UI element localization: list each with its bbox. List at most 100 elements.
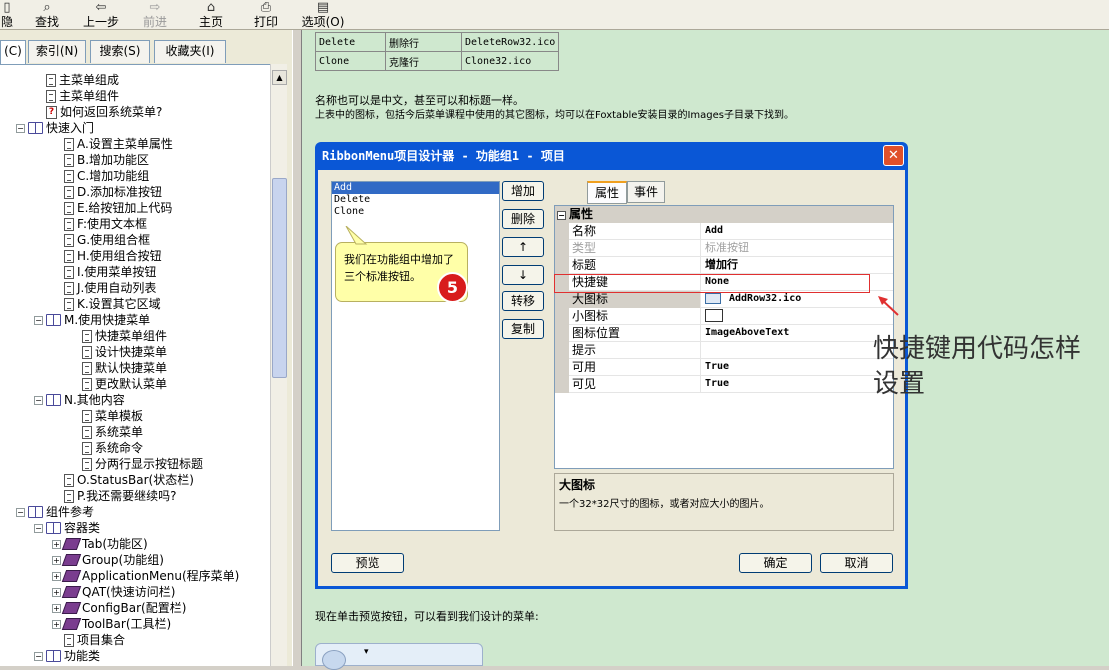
property-row[interactable]: 可用 True — [555, 359, 893, 376]
contents-tree[interactable]: 主菜单组成 主菜单组件? 如何返回系统菜单? − 快速入门 A.设置主菜单属性 B.增加功能… — [0, 64, 270, 666]
scroll-thumb[interactable] — [272, 178, 287, 378]
tree-node[interactable]: − 快速入门 — [16, 120, 94, 136]
nav-tab-0[interactable]: (C) — [0, 40, 26, 64]
tree-node[interactable]: 项目集合 — [52, 632, 125, 648]
tree-node[interactable]: J.使用自动列表 — [52, 280, 156, 296]
tree-node[interactable]: F:使用文本框 — [52, 216, 147, 232]
property-grid[interactable]: − 属性 名称 Add 类型 标准按钮 标题 增加行 快捷键 None 大图标 AddRow32.i… — [554, 205, 894, 469]
property-row[interactable]: 可见 True — [555, 376, 893, 393]
tree-node[interactable]: + Group(功能组) — [52, 552, 164, 568]
list-item[interactable]: Add — [332, 182, 499, 194]
tree-node[interactable]: B.增加功能区 — [52, 152, 149, 168]
collapse-icon[interactable]: − — [34, 315, 43, 325]
toolbar-button-0[interactable]: ▯ 隐 — [0, 0, 14, 30]
property-section-header[interactable]: − 属性 — [555, 206, 893, 223]
tree-node[interactable]: − 容器类 — [34, 520, 100, 536]
property-value[interactable] — [702, 308, 723, 325]
expand-icon[interactable]: + — [52, 555, 61, 565]
tree-node[interactable]: 主菜单组成 — [34, 72, 119, 88]
tree-node[interactable]: − M.使用快捷菜单 — [34, 312, 150, 328]
tree-node[interactable]: D.添加标准按钮 — [52, 184, 162, 200]
cancel-button[interactable]: 取消 — [820, 553, 893, 573]
preview-button[interactable]: 预览 — [331, 553, 404, 573]
scroll-up-button[interactable]: ▲ — [272, 70, 287, 85]
transfer-button[interactable]: 转移 — [502, 291, 544, 311]
property-value[interactable] — [702, 342, 705, 359]
property-row[interactable]: 图标位置 ImageAboveText — [555, 325, 893, 342]
tab-properties[interactable]: 属性 — [587, 181, 627, 204]
tree-node[interactable]: 主菜单组件 — [34, 88, 119, 104]
property-row[interactable]: 小图标 — [555, 308, 893, 325]
toolbar-button-5[interactable]: ⎙ 打印 — [253, 0, 279, 30]
tree-node[interactable]: H.使用组合按钮 — [52, 248, 162, 264]
property-value[interactable]: ImageAboveText — [702, 325, 789, 342]
toolbar-button-4[interactable]: ⌂ 主页 — [198, 0, 224, 30]
list-item[interactable]: Delete — [332, 194, 499, 206]
tree-node[interactable]: 默认快捷菜单 — [70, 360, 167, 376]
add-button[interactable]: 增加 — [502, 181, 544, 201]
property-row[interactable]: 名称 Add — [555, 223, 893, 240]
list-item[interactable]: Clone — [332, 206, 499, 218]
expand-icon[interactable]: + — [52, 539, 61, 549]
expand-icon[interactable]: + — [52, 603, 61, 613]
toolbar-button-2[interactable]: ⇦ 上一步 — [80, 0, 122, 30]
nav-tab-2[interactable]: 搜索(S) — [90, 40, 150, 63]
property-value[interactable]: True — [702, 376, 729, 393]
tree-node[interactable]: G.使用组合框 — [52, 232, 150, 248]
property-row[interactable]: 大图标 AddRow32.ico — [555, 291, 893, 308]
property-row[interactable]: 标题 增加行 — [555, 257, 893, 274]
expand-icon[interactable]: + — [52, 571, 61, 581]
ok-button[interactable]: 确定 — [739, 553, 812, 573]
property-row[interactable]: 类型 标准按钮 — [555, 240, 893, 257]
tree-node[interactable]: + ToolBar(工具栏) — [52, 616, 171, 632]
tree-node[interactable]: A.设置主菜单属性 — [52, 136, 173, 152]
tree-node[interactable]: + ApplicationMenu(程序菜单) — [52, 568, 239, 584]
expand-icon[interactable]: + — [52, 619, 61, 629]
tree-node[interactable]: ? 如何返回系统菜单? — [34, 104, 162, 120]
delete-button[interactable]: 删除 — [502, 209, 544, 229]
collapse-icon[interactable]: − — [16, 123, 25, 133]
tab-events[interactable]: 事件 — [627, 181, 665, 203]
nav-tab-1[interactable]: 索引(N) — [28, 40, 86, 63]
collapse-icon[interactable]: − — [557, 211, 566, 220]
move-down-button[interactable]: ↓ — [502, 265, 544, 285]
tree-node[interactable]: 分两行显示按钮标题 — [70, 456, 203, 472]
property-value[interactable]: True — [702, 359, 729, 376]
nav-tab-3[interactable]: 收藏夹(I) — [154, 40, 226, 63]
property-row[interactable]: 提示 — [555, 342, 893, 359]
tree-node[interactable]: 快捷菜单组件 — [70, 328, 167, 344]
property-value[interactable]: AddRow32.ico — [702, 291, 801, 308]
tree-node[interactable]: C.增加功能组 — [52, 168, 149, 184]
tree-node[interactable]: 系统菜单 — [70, 424, 143, 440]
tree-node[interactable]: 设计快捷菜单 — [70, 344, 167, 360]
pane-splitter[interactable] — [292, 30, 302, 666]
tree-node[interactable]: + QAT(快速访问栏) — [52, 584, 175, 600]
tree-node[interactable]: I.使用菜单按钮 — [52, 264, 156, 280]
property-value[interactable]: Add — [702, 223, 723, 240]
copy-button[interactable]: 复制 — [502, 319, 544, 339]
toolbar-button-6[interactable]: ▤ 选项(O) — [299, 0, 347, 30]
tree-node[interactable]: 系统命令 — [70, 440, 143, 456]
close-icon[interactable]: ✕ — [883, 145, 904, 166]
collapse-icon[interactable]: − — [34, 651, 43, 661]
tree-node[interactable]: 菜单模板 — [70, 408, 143, 424]
tree-node[interactable]: + ConfigBar(配置栏) — [52, 600, 186, 616]
collapse-icon[interactable]: − — [16, 507, 25, 517]
expand-icon[interactable]: + — [52, 587, 61, 597]
collapse-icon[interactable]: − — [34, 395, 43, 405]
tree-node[interactable]: K.设置其它区域 — [52, 296, 161, 312]
tree-node[interactable]: P.我还需要继续吗? — [52, 488, 177, 504]
tree-node[interactable]: E.给按钮加上代码 — [52, 200, 172, 216]
toolbar-button-1[interactable]: ⌕ 查找 — [31, 0, 63, 30]
tree-node[interactable]: − 功能类 — [34, 648, 100, 664]
move-up-button[interactable]: ↑ — [502, 237, 544, 257]
collapse-icon[interactable]: − — [34, 523, 43, 533]
tree-node[interactable]: 更改默认菜单 — [70, 376, 167, 392]
property-value[interactable]: 标准按钮 — [702, 240, 749, 257]
tree-scrollbar[interactable]: ▲ — [270, 64, 287, 666]
tree-node[interactable]: − 组件参考 — [16, 504, 94, 520]
tree-node[interactable]: + Tab(功能区) — [52, 536, 148, 552]
tree-node[interactable]: O.StatusBar(状态栏) — [52, 472, 194, 488]
tree-node[interactable]: − N.其他内容 — [34, 392, 125, 408]
property-value[interactable]: 增加行 — [702, 257, 738, 274]
